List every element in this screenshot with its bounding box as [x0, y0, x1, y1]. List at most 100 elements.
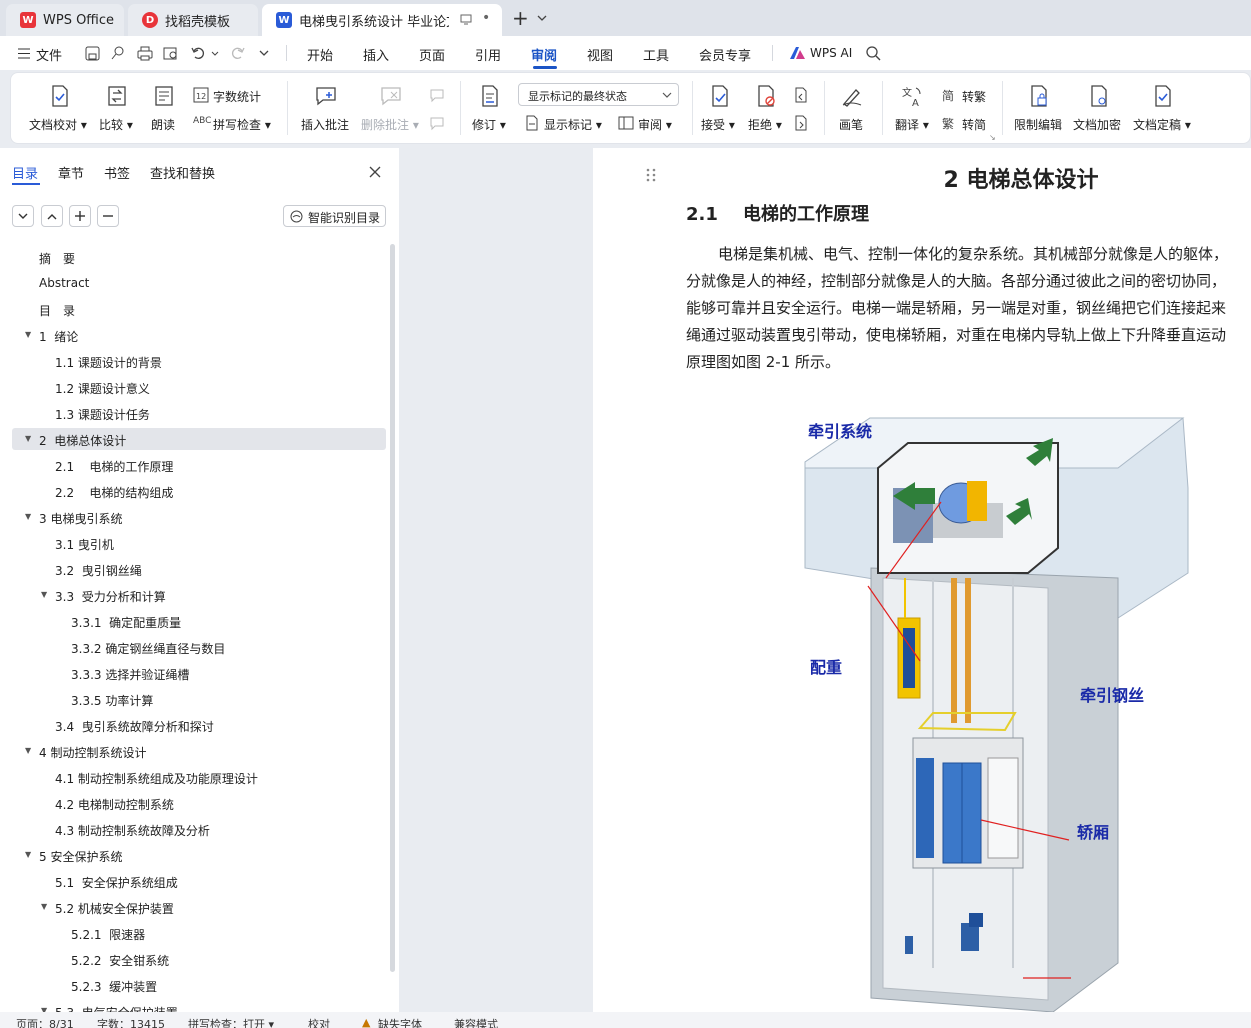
panel-tab-find-replace[interactable]: 查找和替换 [150, 163, 215, 182]
encrypt-button[interactable]: 文档加密 [1073, 116, 1121, 133]
toc-item-label: 3.3 受力分析和计算 [55, 590, 166, 604]
undo-icon[interactable] [191, 46, 205, 60]
panel-tab-toc[interactable]: 目录 [12, 163, 38, 182]
doc-check-icon [52, 85, 68, 107]
compare-label: 比较 [99, 118, 124, 132]
finalize-button[interactable]: 文档定稿 ▾ [1133, 116, 1191, 133]
launcher-icon[interactable]: ↘ [989, 133, 996, 142]
toc-item[interactable] [12, 610, 386, 632]
expand-arrow-icon[interactable]: ▼ [25, 434, 31, 443]
prev-change-icon[interactable] [793, 87, 809, 103]
ribbon-separator [1002, 81, 1003, 135]
smart-toc-button[interactable]: 智能识别目录 [283, 205, 386, 227]
to-simplified-button[interactable]: 转简 [962, 116, 986, 133]
toc-item-label: 5.2.1 限速器 [71, 928, 146, 942]
menu-wps-ai[interactable]: WPS AI [810, 46, 852, 60]
hamburger-icon[interactable] [18, 48, 30, 59]
unsaved-dot-icon[interactable]: • [482, 10, 490, 26]
menu-review[interactable]: 审阅 [531, 45, 557, 64]
expand-arrow-icon[interactable]: ▼ [41, 590, 47, 599]
spell-check-button[interactable]: 拼写检查 ▾ [213, 116, 271, 133]
print-icon[interactable] [137, 46, 153, 61]
expand-arrow-icon[interactable]: ▼ [25, 850, 31, 859]
toc-item[interactable] [12, 688, 386, 710]
spell-check-icon: ABC [193, 116, 212, 126]
revise-button[interactable]: 修订 ▾ [472, 116, 506, 133]
tab-template[interactable]: D 找稻壳模板 [128, 4, 258, 36]
menu-file[interactable]: 文件 [36, 45, 62, 64]
finalize-label: 文档定稿 [1133, 118, 1182, 132]
collapse-all-button[interactable] [41, 205, 63, 227]
review-pane-button[interactable]: 审阅 ▾ [638, 116, 672, 133]
tab-label: 找稻壳模板 [165, 14, 231, 30]
toc-item[interactable] [12, 974, 386, 996]
menu-tools[interactable]: 工具 [643, 45, 669, 64]
show-markup-button[interactable]: 显示标记 ▾ [544, 116, 602, 133]
panel-tab-bookmark[interactable]: 书签 [104, 163, 130, 182]
accept-button[interactable]: 接受 ▾ [701, 116, 735, 133]
divider [772, 45, 773, 61]
next-change-icon[interactable] [793, 115, 809, 131]
save-icon[interactable] [85, 46, 100, 61]
expand-arrow-icon[interactable]: ▼ [25, 330, 31, 339]
drag-handle-icon[interactable] [646, 168, 656, 182]
share-icon[interactable] [110, 46, 125, 61]
toc-item-label: 2 电梯总体设计 [39, 434, 127, 448]
redo-icon[interactable] [231, 46, 245, 60]
undo-dropdown-icon[interactable] [211, 51, 219, 57]
print-preview-icon[interactable] [163, 46, 179, 61]
more-dropdown-icon[interactable] [259, 50, 269, 57]
translate-icon: 文A [902, 86, 921, 108]
word-count-indicator[interactable]: 字数：13415 [97, 1016, 165, 1028]
tab-current-document[interactable]: W 电梯曳引系统设计 毕业论文.d • [262, 4, 502, 36]
word-count-button[interactable]: 字数统计 [213, 88, 261, 105]
page-indicator[interactable]: 页面：8/31 [16, 1016, 74, 1028]
buffer [969, 913, 983, 927]
toc-item[interactable] [12, 922, 386, 944]
tab-wps-office[interactable]: W WPS Office [6, 4, 124, 36]
new-tab-icon[interactable]: + [512, 6, 529, 30]
expand-arrow-icon[interactable]: ▼ [25, 512, 31, 521]
toc-item[interactable] [12, 662, 386, 684]
menu-insert[interactable]: 插入 [363, 45, 389, 64]
proof-status[interactable]: 校对 [308, 1016, 330, 1028]
document-page: 2 电梯总体设计 2.1 电梯的工作原理 电梯是集机械、电气、控制一体化的复杂系… [593, 148, 1251, 1012]
chevron-down-icon[interactable] [537, 14, 547, 22]
expand-arrow-icon[interactable]: ▼ [41, 902, 47, 911]
panel-tab-chapter[interactable]: 章节 [58, 163, 84, 182]
menu-member[interactable]: 会员专享 [699, 45, 751, 64]
monitor-icon [460, 14, 472, 25]
missing-font-status[interactable]: 缺失字体 [378, 1016, 422, 1028]
spell-check-label: 拼写检查 [213, 118, 262, 132]
menu-reference[interactable]: 引用 [475, 45, 501, 64]
translate-button[interactable]: 翻译 ▾ [895, 116, 929, 133]
menu-page[interactable]: 页面 [419, 45, 445, 64]
add-heading-button[interactable] [69, 205, 91, 227]
buffer [905, 936, 913, 954]
insert-comment-button[interactable]: 插入批注 [301, 116, 349, 133]
toc-item[interactable] [12, 948, 386, 970]
toc-item-label: 3.3.5 功率计算 [71, 694, 154, 708]
pen-button[interactable]: 画笔 [839, 116, 863, 133]
to-traditional-button[interactable]: 转繁 [962, 88, 986, 105]
toc-item-label: 1.2 课题设计意义 [55, 382, 150, 396]
compare-button[interactable]: 比较 ▾ [99, 116, 133, 133]
menu-view[interactable]: 视图 [587, 45, 613, 64]
reject-button[interactable]: 拒绝 ▾ [748, 116, 782, 133]
svg-text:A: A [912, 98, 919, 108]
show-state-dropdown[interactable]: 显示标记的最终状态 [518, 83, 679, 106]
search-icon[interactable] [866, 46, 881, 61]
expand-arrow-icon[interactable]: ▼ [25, 746, 31, 755]
remove-heading-button[interactable] [97, 205, 119, 227]
read-aloud-button[interactable]: 朗读 [151, 116, 175, 133]
menu-home[interactable]: 开始 [307, 45, 333, 64]
spell-check-status[interactable]: 拼写检查：打开 ▾ [188, 1016, 274, 1028]
expand-all-button[interactable] [12, 205, 34, 227]
close-icon[interactable] [369, 166, 381, 178]
doc-check-button[interactable]: 文档校对 ▾ [29, 116, 87, 133]
restrict-edit-button[interactable]: 限制编辑 [1014, 116, 1062, 133]
toc-scrollbar[interactable] [390, 244, 395, 972]
toc-item-label: 2.2 电梯的结构组成 [55, 486, 174, 500]
show-markup-label: 显示标记 [544, 118, 593, 132]
plus-icon [75, 211, 85, 221]
